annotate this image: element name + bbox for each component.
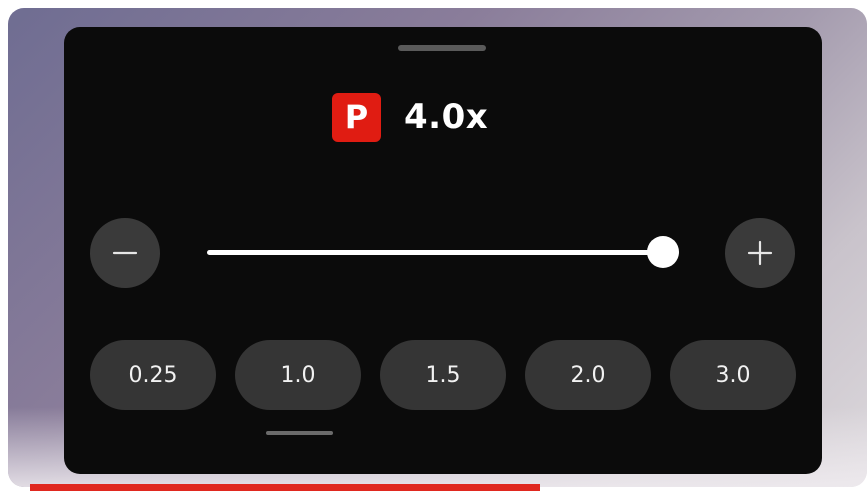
preset-button-1-5[interactable]: 1.5: [380, 340, 506, 410]
bottom-handle: [266, 431, 333, 435]
increase-speed-button[interactable]: [725, 218, 795, 288]
drag-handle[interactable]: [398, 45, 486, 51]
speed-slider-thumb[interactable]: [646, 236, 679, 268]
preset-button-2-0[interactable]: 2.0: [525, 340, 651, 410]
premium-badge-icon: P: [332, 92, 381, 142]
speed-display: P 4.0x: [332, 92, 488, 142]
speed-presets: 0.25 1.0 1.5 2.0 3.0: [90, 340, 796, 410]
preset-button-0-25[interactable]: 0.25: [90, 340, 216, 410]
speed-slider-track[interactable]: [207, 250, 677, 255]
video-progress-bar[interactable]: [30, 484, 540, 491]
plus-icon: [747, 240, 773, 266]
decrease-speed-button[interactable]: [90, 218, 160, 288]
current-speed: 4.0x: [404, 97, 489, 137]
playback-speed-sheet: P 4.0x 0.25 1.0 1.5 2.0 3.0: [64, 27, 822, 474]
preset-button-3-0[interactable]: 3.0: [670, 340, 796, 410]
preset-button-1-0[interactable]: 1.0: [235, 340, 361, 410]
minus-icon: [112, 251, 138, 255]
